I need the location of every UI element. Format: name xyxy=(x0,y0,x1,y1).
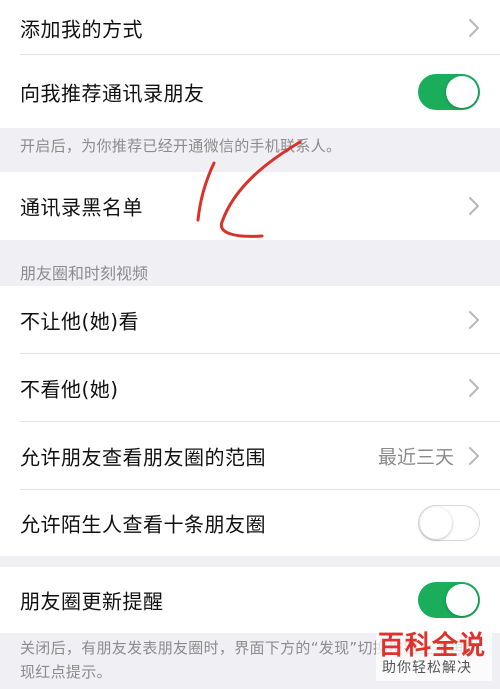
row-hide-their-moments[interactable]: 不看他(她) xyxy=(0,354,500,422)
row-add-method[interactable]: 添加我的方式 xyxy=(0,0,500,55)
row-moments-range[interactable]: 允许朋友查看朋友圈的范围 最近三天 xyxy=(0,422,500,490)
moments-range-value: 最近三天 xyxy=(377,446,454,469)
row-moments-update-label: 朋友圈更新提醒 xyxy=(20,589,164,614)
row-hide-their-moments-label: 不看他(她) xyxy=(20,377,119,402)
toggle-knob xyxy=(446,584,478,616)
chevron-right-icon xyxy=(469,197,479,215)
watermark-logo: 百科全说 助你轻松解决 xyxy=(376,625,492,681)
recommend-contacts-note: 开启后，为你推荐已经开通微信的手机联系人。 xyxy=(20,137,342,155)
row-recommend-contacts-label: 向我推荐通讯录朋友 xyxy=(20,81,205,105)
chevron-right-icon xyxy=(469,311,479,329)
row-blacklist-label: 通讯录黑名单 xyxy=(20,195,143,220)
chevron-right-icon xyxy=(469,18,479,37)
row-stranger-view-label: 允许陌生人查看十条朋友圈 xyxy=(20,512,266,537)
moments-update-toggle[interactable] xyxy=(418,582,480,618)
section-header-moments: 朋友圈和时刻视频 xyxy=(20,264,149,283)
chevron-right-icon xyxy=(469,447,479,465)
privacy-settings-page: 添加我的方式 向我推荐通讯录朋友 开启后，为你推荐已经开通微信的手机联系人。 通… xyxy=(0,0,500,689)
toggle-knob xyxy=(446,75,478,108)
recommend-contacts-toggle[interactable] xyxy=(418,73,480,110)
row-hide-my-moments[interactable]: 不让他(她)看 xyxy=(0,286,500,354)
row-recommend-contacts: 向我推荐通讯录朋友 xyxy=(0,55,500,128)
row-stranger-view: 允许陌生人查看十条朋友圈 xyxy=(0,490,500,556)
row-hide-my-moments-label: 不让他(她)看 xyxy=(20,309,140,334)
toggle-knob xyxy=(420,507,452,539)
row-add-method-label: 添加我的方式 xyxy=(20,17,143,41)
row-moments-update: 朋友圈更新提醒 xyxy=(0,567,500,633)
stranger-view-toggle[interactable] xyxy=(418,505,480,541)
row-blacklist[interactable]: 通讯录黑名单 xyxy=(0,172,500,240)
row-moments-range-label: 允许朋友查看朋友圈的范围 xyxy=(20,445,266,470)
watermark-subtitle: 助你轻松解决 xyxy=(382,660,472,676)
chevron-right-icon xyxy=(469,379,479,397)
